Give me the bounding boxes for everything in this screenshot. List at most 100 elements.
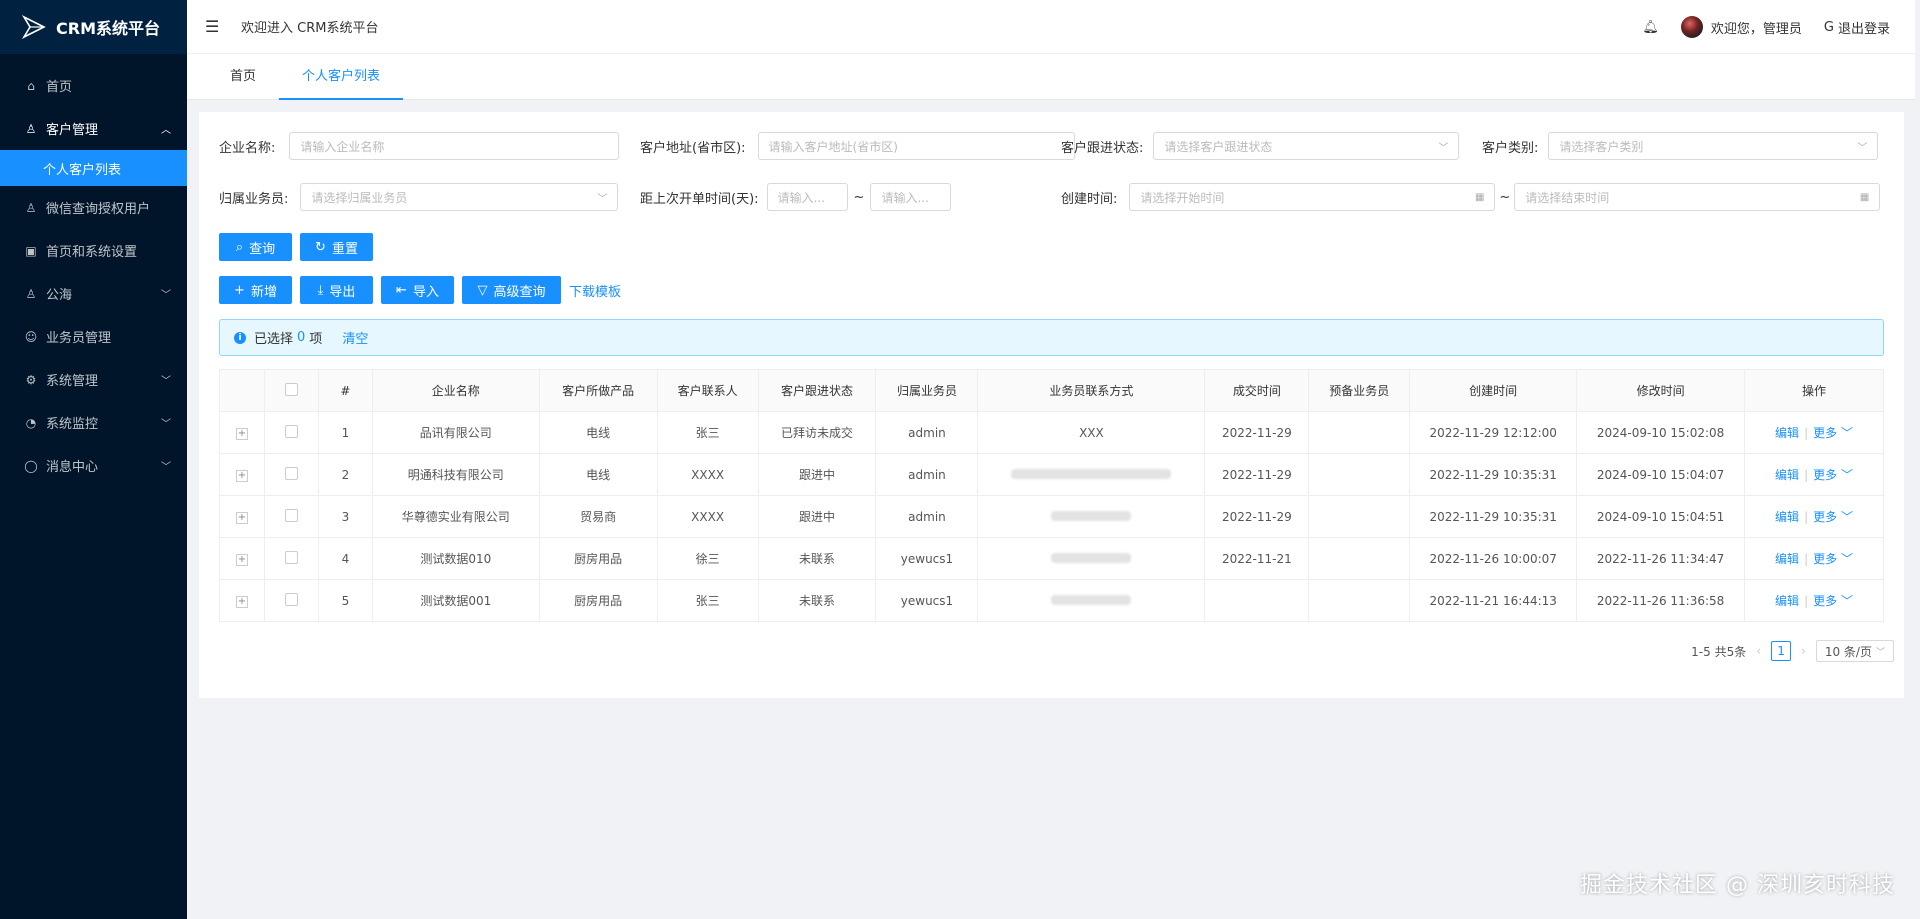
bell-icon[interactable]: 🔔︎ [1642, 20, 1659, 35]
user-menu[interactable]: 欢迎您，管理员 [1680, 16, 1802, 38]
reset-button[interactable]: ↻ 重置 [300, 233, 373, 261]
created-start-picker[interactable]: 请选择开始时间 ▦ [1129, 183, 1496, 211]
chevron-down-icon: ﹀ [161, 290, 171, 301]
import-icon: ⇤ [396, 282, 407, 298]
gear-icon: ⚙ [25, 372, 37, 387]
logout-icon: G [1823, 19, 1834, 35]
table-row: + 2 明通科技有限公司 电线 XXXX 跟进中 admin 2022-11-2… [219, 453, 1884, 496]
sidebar-item-monitor[interactable]: ◔ 系统监控 ﹀ [0, 401, 187, 444]
tab-home[interactable]: 首页 [207, 54, 279, 100]
sidebar-item-messages[interactable]: ◯ 消息中心 ﹀ [0, 444, 187, 487]
message-icon: ◯ [24, 458, 38, 473]
sidebar-item-home[interactable]: ⌂ 首页 [0, 64, 187, 107]
expand-row-icon[interactable]: + [235, 470, 248, 482]
edit-link[interactable]: 编辑 [1775, 552, 1799, 566]
header-title: 欢迎进入 CRM系统平台 [241, 21, 379, 36]
clear-selection-link[interactable]: 清空 [342, 328, 368, 347]
edit-link[interactable]: 编辑 [1775, 510, 1799, 524]
download-icon: ⤓ [317, 282, 324, 298]
row-checkbox[interactable] [284, 508, 298, 522]
follow-status-select[interactable]: 请选择客户跟进状态 ﹀ [1153, 132, 1460, 160]
filter-created-time: 创建时间: 请选择开始时间 ▦ ~ 请选择结束时间 ▦ [1061, 183, 1881, 211]
download-template-link[interactable]: 下载模板 [569, 281, 621, 300]
column-header: 预备业务员 [1308, 369, 1411, 412]
chevron-down-icon: ﹀ [161, 462, 171, 473]
edit-link[interactable]: 编辑 [1775, 426, 1799, 440]
address-input[interactable]: 请输入客户地址(省市区) [757, 132, 1075, 160]
table-header-row: # 企业名称 客户所做产品 客户联系人 客户跟进状态 归属业务员 业务员联系方式… [219, 369, 1884, 412]
image-icon: ▣ [25, 243, 37, 258]
export-button[interactable]: ⤓ 导出 [300, 276, 373, 304]
column-header: 修改时间 [1576, 369, 1746, 412]
row-actions: 编辑 | 更多 ﹀ [1744, 537, 1884, 580]
filter-category: 客户类别: 请选择客户类别 ﹀ [1482, 132, 1879, 160]
table-row: + 3 华尊德实业有限公司 贸易商 XXXX 跟进中 admin 2022-11… [219, 495, 1884, 538]
days-to-input[interactable]: 请输入... [870, 183, 952, 211]
more-link[interactable]: 更多 ﹀ [1813, 510, 1853, 524]
blurred-phone [977, 537, 1206, 580]
edit-link[interactable]: 编辑 [1775, 468, 1799, 482]
page-size-select[interactable]: 10 条/页 ﹀ [1815, 640, 1894, 662]
row-actions: 编辑 | 更多 ﹀ [1744, 579, 1884, 622]
row-checkbox[interactable] [284, 424, 298, 438]
filter-company-name: 企业名称: 请输入企业名称 [219, 132, 620, 160]
more-link[interactable]: 更多 ﹀ [1813, 468, 1853, 482]
chevron-down-icon: ﹀ [1840, 510, 1853, 524]
advanced-query-button[interactable]: ▽ 高级查询 [462, 276, 561, 304]
calendar-icon: ▦ [1859, 191, 1870, 203]
query-button[interactable]: ⌕ 查询 [219, 233, 292, 261]
chevron-up-icon: ︿ [161, 125, 171, 136]
select-all-checkbox[interactable] [284, 382, 298, 396]
column-header: 操作 [1744, 369, 1884, 412]
sidebar-item-public-sea[interactable]: ♙ 公海 ﹀ [0, 272, 187, 315]
add-button[interactable]: + 新增 [219, 276, 292, 304]
more-link[interactable]: 更多 ﹀ [1813, 594, 1853, 608]
chevron-down-icon: ﹀ [161, 376, 171, 387]
content-card: 企业名称: 请输入企业名称 客户地址(省市区): 请输入客户地址(省市区) 客户… [199, 112, 1904, 698]
app-logo[interactable]: CRM系统平台 [0, 0, 187, 54]
company-name-input[interactable]: 请输入企业名称 [289, 132, 620, 160]
row-actions: 编辑 | 更多 ﹀ [1744, 411, 1884, 454]
logout-button[interactable]: G 退出登录 [1824, 18, 1890, 37]
sidebar-item-home-settings[interactable]: ▣ 首页和系统设置 [0, 229, 187, 272]
blurred-phone [977, 495, 1206, 538]
home-icon: ⌂ [27, 78, 35, 93]
chevron-down-icon: ﹀ [1840, 594, 1853, 608]
sidebar-item-personal-customers[interactable]: 个人客户列表 [0, 150, 187, 186]
blurred-phone [977, 579, 1206, 622]
next-page-icon[interactable]: › [1801, 644, 1806, 658]
column-header: 客户跟进状态 [757, 369, 877, 412]
expand-row-icon[interactable]: + [235, 596, 248, 608]
row-checkbox[interactable] [284, 592, 298, 606]
edit-link[interactable]: 编辑 [1775, 594, 1799, 608]
plus-icon: + [234, 282, 245, 298]
row-checkbox[interactable] [284, 550, 298, 564]
sidebar-item-staff[interactable]: ☺ 业务员管理 [0, 315, 187, 358]
column-header: # [317, 369, 373, 412]
menu-fold-icon[interactable]: ☰ [205, 17, 225, 36]
sidebar-item-system[interactable]: ⚙ 系统管理 ﹀ [0, 358, 187, 401]
page-number[interactable]: 1 [1771, 641, 1792, 661]
prev-page-icon[interactable]: ‹ [1756, 644, 1761, 658]
import-button[interactable]: ⇤ 导入 [381, 276, 454, 304]
created-end-picker[interactable]: 请选择结束时间 ▦ [1514, 183, 1881, 211]
tab-personal-customers[interactable]: 个人客户列表 [279, 54, 404, 100]
chevron-down-icon: ﹀ [161, 419, 171, 430]
salesman-select[interactable]: 请选择归属业务员 ﹀ [300, 183, 619, 211]
expand-row-icon[interactable]: + [235, 512, 248, 524]
sidebar-item-customer[interactable]: ♙ 客户管理 ︿ [0, 107, 187, 150]
table-row: + 4 测试数据010 厨房用品 徐三 未联系 yewucs1 2022-11-… [219, 537, 1884, 580]
days-from-input[interactable]: 请输入... [766, 183, 848, 211]
column-header: 业务员联系方式 [977, 369, 1206, 412]
sidebar-item-wechat-users[interactable]: ♙ 微信查询授权用户 [0, 186, 187, 229]
row-actions: 编辑 | 更多 ﹀ [1744, 453, 1884, 496]
row-checkbox[interactable] [284, 466, 298, 480]
expand-row-icon[interactable]: + [235, 428, 248, 440]
more-link[interactable]: 更多 ﹀ [1813, 426, 1853, 440]
category-select[interactable]: 请选择客户类别 ﹀ [1548, 132, 1879, 160]
chevron-down-icon: ﹀ [1840, 552, 1853, 566]
filter-address: 客户地址(省市区): 请输入客户地址(省市区) [640, 132, 1075, 160]
customer-table: # 企业名称 客户所做产品 客户联系人 客户跟进状态 归属业务员 业务员联系方式… [219, 369, 1884, 622]
expand-row-icon[interactable]: + [235, 554, 248, 566]
more-link[interactable]: 更多 ﹀ [1813, 552, 1853, 566]
